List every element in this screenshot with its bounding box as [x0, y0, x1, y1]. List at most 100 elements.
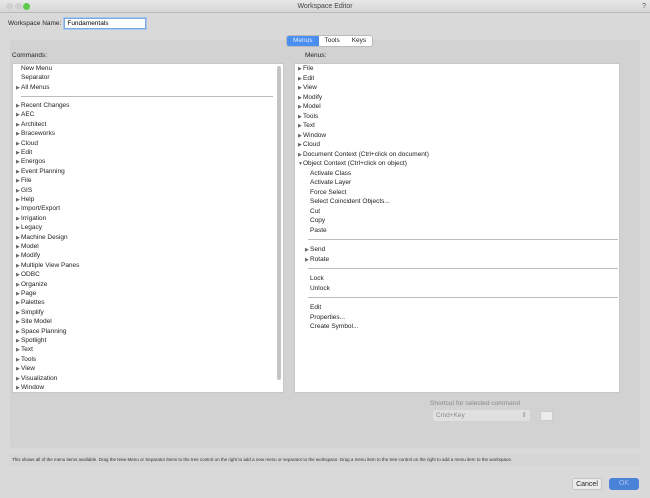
item-label: Event Planning	[21, 167, 65, 175]
item-label: Copy	[310, 217, 326, 224]
command-item[interactable]: ▶File	[16, 176, 31, 185]
command-all-menus[interactable]: ▶All Menus	[16, 83, 50, 92]
command-item[interactable]: ▶Model	[16, 242, 39, 251]
item-label: Page	[21, 290, 37, 297]
workspace-name-row: Workspace Name:	[8, 18, 147, 29]
shortcut-key-input[interactable]	[540, 411, 553, 421]
menu-item[interactable]: ▶Cloud	[298, 140, 320, 149]
menu-child-item[interactable]: Edit	[310, 303, 321, 312]
zoom-button[interactable]	[23, 3, 30, 10]
item-label: Energos	[21, 158, 46, 166]
item-label: Multiple View Panes	[21, 261, 80, 269]
command-item[interactable]: ▶Event Planning	[16, 167, 65, 176]
menu-child-item[interactable]: Cut	[310, 207, 320, 216]
command-item[interactable]: ▶Palettes	[16, 298, 45, 307]
item-label: Modify	[303, 93, 323, 101]
menu-child-item[interactable]: Properties...	[310, 313, 345, 322]
item-label: Separator	[21, 74, 50, 81]
command-item[interactable]: ▶Edit	[16, 148, 32, 157]
item-label: Text	[303, 122, 315, 129]
command-separator[interactable]: Separator	[21, 73, 50, 82]
menu-item[interactable]: ▶Document Context (Ctrl+click on documen…	[298, 150, 429, 159]
item-label: View	[21, 365, 35, 373]
menu-item[interactable]: ▶Modify	[298, 93, 322, 102]
menu-child-item[interactable]: Unlock	[310, 284, 330, 293]
command-item[interactable]: ▶View	[16, 364, 35, 373]
menu-child-item[interactable]: Activate Layer	[310, 178, 351, 187]
command-item[interactable]: ▶Text	[16, 345, 33, 354]
command-item[interactable]: ▶Braceworks	[16, 129, 55, 138]
command-item[interactable]: ▶Page	[16, 289, 36, 298]
menu-child-item[interactable]: Select Coincident Objects...	[310, 197, 390, 206]
command-item[interactable]: ▶Help	[16, 195, 34, 204]
command-item[interactable]: ▶Modify	[16, 251, 40, 260]
command-item[interactable]: ▶Visualization	[16, 374, 57, 383]
menu-child-item[interactable]: Lock	[310, 274, 324, 283]
window-title: Workspace Editor	[297, 3, 353, 10]
menu-child-item[interactable]: Create Symbol...	[310, 322, 358, 331]
command-item[interactable]: ▶Energos	[16, 157, 45, 166]
command-item[interactable]: ▶GIS	[16, 186, 32, 195]
menu-child-item[interactable]: Force Select	[310, 188, 347, 197]
command-item[interactable]: ▶Space Planning	[16, 327, 67, 336]
workspace-name-input[interactable]	[64, 18, 147, 29]
command-item[interactable]: ▶Organize	[16, 280, 47, 289]
commands-scrollbar[interactable]	[277, 66, 281, 380]
item-label: Cloud	[21, 139, 38, 147]
command-new-menu[interactable]: New Menu	[21, 64, 52, 73]
menu-child-item[interactable]: Activate Class	[310, 169, 351, 178]
command-item[interactable]: ▶Irrigation	[16, 214, 46, 223]
command-item[interactable]: ▶Multiple View Panes	[16, 261, 79, 270]
menu-child-item[interactable]: Paste	[310, 226, 327, 235]
command-item[interactable]: ▶ODBC	[16, 270, 40, 279]
menu-item[interactable]: ▶File	[298, 64, 313, 73]
shortcut-label: Shortcut for selected command	[430, 400, 520, 407]
tab-tools[interactable]: Tools	[319, 36, 346, 46]
command-item[interactable]: ▶Machine Design	[16, 233, 68, 242]
menu-item[interactable]: ▶Tools	[298, 112, 318, 121]
commands-list[interactable]: New Menu Separator ▶All Menus ▶Recent Chang…	[12, 63, 284, 393]
cancel-button[interactable]: Cancel	[572, 478, 602, 490]
command-item[interactable]: ▶Import/Export	[16, 204, 60, 213]
menu-item-object-context[interactable]: ▼Object Context (Ctrl+click on object)	[298, 159, 407, 168]
ok-button[interactable]: OK	[609, 478, 639, 490]
minimize-button[interactable]	[15, 3, 22, 10]
menu-item[interactable]: ▶Text	[298, 121, 315, 130]
menu-child-item[interactable]: ▶Rotate	[305, 255, 329, 264]
item-label: Cloud	[303, 141, 320, 148]
separator	[308, 297, 618, 298]
command-item[interactable]: ▶Spotlight	[16, 336, 46, 345]
help-button[interactable]: ?	[642, 0, 646, 13]
separator	[308, 268, 618, 269]
menu-item[interactable]: ▶View	[298, 83, 317, 92]
menus-tree[interactable]: ▶File ▶Edit ▶View ▶Modify ▶Model ▶Tools ▶Text ▶…	[294, 63, 620, 393]
command-item[interactable]: ▶AEC	[16, 110, 34, 119]
item-label: Visualization	[21, 374, 58, 382]
menu-item[interactable]: ▶Edit	[298, 74, 314, 83]
item-label: All Menus	[21, 84, 50, 91]
item-label: Recent Changes	[21, 102, 70, 109]
item-label: Edit	[310, 304, 322, 311]
tab-keys[interactable]: Keys	[346, 36, 372, 46]
item-label: Force Select	[310, 188, 347, 196]
command-item[interactable]: ▶Window	[16, 383, 44, 392]
command-item[interactable]: ▶Architect	[16, 120, 46, 129]
command-item[interactable]: ▶Simplify	[16, 308, 44, 317]
menu-child-item[interactable]: ▶Send	[305, 245, 325, 254]
item-label: Lock	[310, 275, 324, 282]
command-item[interactable]: ▶Tools	[16, 355, 36, 364]
menu-child-item[interactable]: Copy	[310, 216, 325, 225]
command-item[interactable]: ▶Cloud	[16, 139, 38, 148]
menu-item[interactable]: ▶Window	[298, 131, 326, 140]
item-label: Document Context (Ctrl+click on document…	[303, 150, 429, 158]
command-item[interactable]: ▶Recent Changes	[16, 101, 69, 110]
item-label: ODBC	[21, 271, 40, 279]
menu-item[interactable]: ▶Model	[298, 102, 321, 111]
command-item[interactable]: ▶Site Model	[16, 317, 52, 326]
shortcut-modifier-select[interactable]: Cmd+Key ⇕	[433, 410, 530, 421]
close-button[interactable]	[6, 3, 13, 10]
tab-menus[interactable]: Menus	[287, 36, 319, 46]
commands-label: Commands:	[12, 52, 48, 59]
command-item[interactable]: ▶Legacy	[16, 223, 42, 232]
item-label: GIS	[21, 186, 33, 194]
